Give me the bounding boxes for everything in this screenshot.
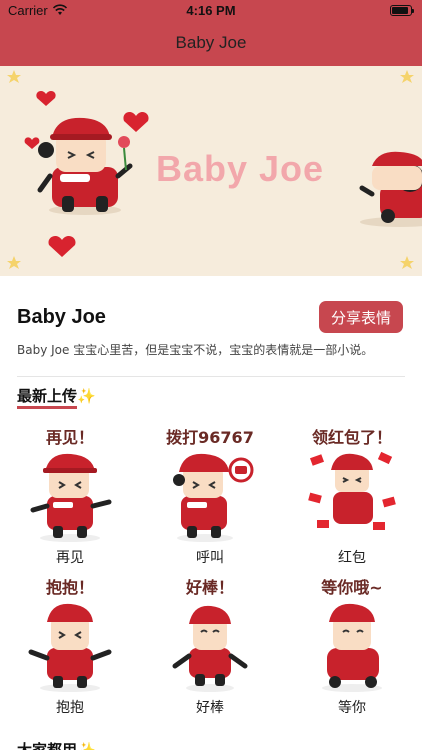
sticker-label: 好棒 bbox=[196, 700, 224, 716]
heart-icon bbox=[123, 111, 149, 132]
sticker-caption: 抱抱！ bbox=[45, 578, 94, 597]
mascot-red-envelope-sticker bbox=[308, 451, 396, 530]
sticker-item[interactable]: 拨打96767 呼叫 bbox=[140, 420, 280, 570]
pack-title: Baby Joe bbox=[17, 306, 106, 328]
mascot-wave-sticker bbox=[30, 453, 112, 542]
sticker-label: 抱抱 bbox=[56, 700, 84, 716]
section-title-popular: 大家都用✨ bbox=[17, 741, 96, 750]
nav-bar: Carrier 4:16 PM Baby Joe bbox=[0, 0, 422, 66]
sticker-label: 等你 bbox=[338, 700, 366, 716]
sticker-caption: 领红包了！ bbox=[311, 428, 392, 447]
pack-description: Baby Joe 宝宝心里苦，但是宝宝不说，宝宝的表情就是一部小说。 bbox=[17, 343, 374, 357]
mascot-left bbox=[37, 117, 133, 215]
mascot-great-sticker bbox=[172, 605, 248, 692]
divider bbox=[17, 376, 405, 377]
mascot-hug-sticker bbox=[28, 603, 112, 692]
mascot-right bbox=[359, 151, 422, 227]
sticker-caption: 等你哦~ bbox=[321, 578, 383, 597]
heart-icon bbox=[48, 235, 76, 257]
sticker-item[interactable]: 领红包了！ 红包 bbox=[282, 420, 422, 570]
heart-icon bbox=[24, 137, 40, 149]
sticker-caption: 拨打96767 bbox=[166, 428, 254, 447]
sticker-item[interactable]: 等你哦~ 等你 bbox=[282, 570, 422, 720]
mascot-call-sticker bbox=[173, 453, 254, 542]
section-title-latest: 最新上传✨ bbox=[17, 387, 96, 405]
share-stickers-button[interactable]: 分享表情 bbox=[319, 301, 403, 333]
section-underline bbox=[17, 406, 77, 409]
sticker-label: 再见 bbox=[56, 550, 84, 566]
sticker-caption: 再见！ bbox=[45, 428, 94, 447]
sticker-item[interactable]: 再见！ 再见 bbox=[0, 420, 140, 570]
banner-image: Baby Joe bbox=[0, 66, 422, 276]
sticker-item[interactable]: 好棒！ 好棒 bbox=[140, 570, 280, 720]
status-bar: Carrier 4:16 PM bbox=[0, 0, 422, 22]
mascot-waiting-sticker bbox=[322, 603, 382, 692]
heart-icon bbox=[36, 91, 56, 106]
sticker-item[interactable]: 抱抱！ 抱抱 bbox=[0, 570, 140, 720]
clock: 4:16 PM bbox=[186, 3, 236, 18]
sticker-label: 呼叫 bbox=[196, 550, 224, 566]
banner-title: Baby Joe bbox=[156, 148, 325, 189]
sticker-caption: 好棒！ bbox=[185, 578, 234, 597]
sticker-label: 红包 bbox=[338, 550, 366, 566]
nav-title: Baby Joe bbox=[175, 33, 247, 52]
battery-icon bbox=[390, 5, 414, 16]
